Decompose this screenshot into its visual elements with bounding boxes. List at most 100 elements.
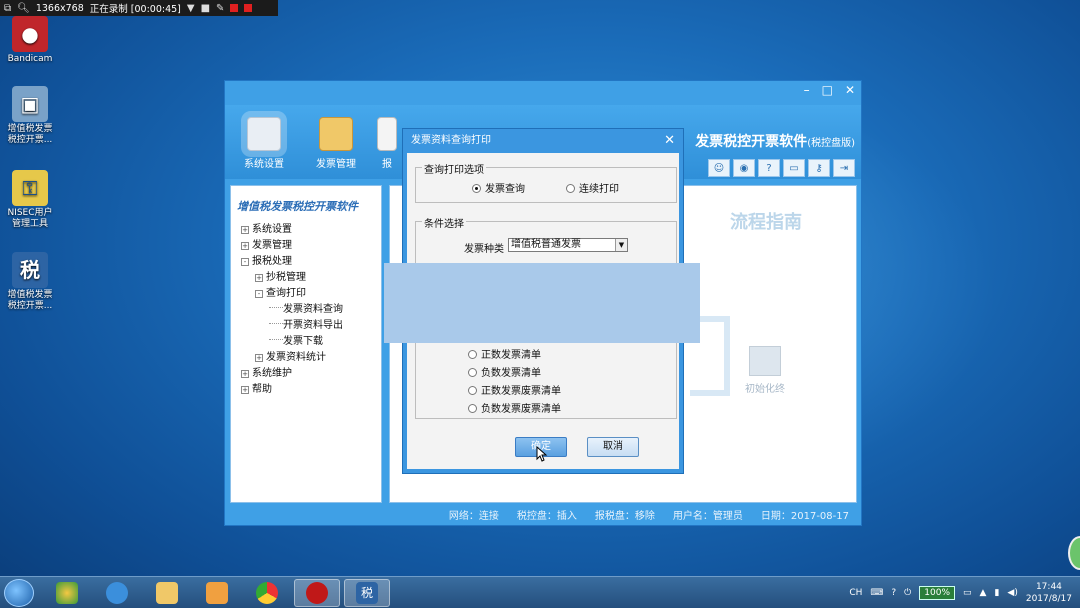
tree-node[interactable]: + 系统设置	[241, 222, 381, 238]
globe-icon[interactable]: ◉	[733, 159, 755, 177]
power-icon[interactable]: ⏻	[904, 588, 911, 598]
chrome-icon	[256, 582, 278, 604]
dropdown-icon[interactable]: ▼	[187, 3, 195, 14]
clock[interactable]: 17:44 2017/8/17	[1026, 581, 1072, 605]
help-icon[interactable]: ?	[758, 159, 780, 177]
toolbar-system-settings[interactable]: 系统设置	[233, 117, 295, 170]
window-icon[interactable]: ⧉	[4, 3, 11, 14]
exit-icon[interactable]: ⇥	[833, 159, 855, 177]
radio-negative-list[interactable]: 负数发票清单	[468, 364, 541, 379]
magnifier-icon[interactable]: 🔍︎	[17, 3, 30, 14]
app-brand: 发票税控开票软件(税控盘版)	[695, 131, 855, 151]
invoice-type-select[interactable]: 增值税普通发票 ▼	[508, 238, 628, 252]
status-bar: 网络：连接 税控盘：插入 报税盘：移除 用户名：管理员 日期：2017-08-1…	[225, 503, 861, 525]
language-indicator[interactable]: CH	[849, 588, 862, 598]
desktop-icon-nisec[interactable]: ⚿ NISEC用户 管理工具	[0, 170, 60, 230]
expand-icon[interactable]: +	[241, 242, 249, 250]
status-date: 日期：2017-08-17	[760, 510, 849, 522]
radio-label: 发票查询	[485, 184, 525, 195]
taskbar-tax-app[interactable]: 税	[344, 579, 390, 607]
tree-node-label: 抄税管理	[266, 272, 306, 283]
user-icon[interactable]: ☺	[708, 159, 730, 177]
flow-node-init[interactable]: 初始化终	[745, 346, 785, 395]
pencil-icon[interactable]: ✎	[216, 3, 224, 14]
radio-negative-void-list[interactable]: 负数发票废票清单	[468, 400, 561, 415]
toolbar-report[interactable]: 报	[375, 117, 399, 170]
toolbar-label: 系统设置	[244, 159, 284, 170]
key-icon[interactable]: ⚷	[808, 159, 830, 177]
status-tax-disk: 税控盘：插入	[516, 510, 577, 522]
toolbar-invoice-management[interactable]: 发票管理	[305, 117, 367, 170]
tree-node[interactable]: 发票资料查询	[241, 302, 381, 318]
chevron-down-icon: ▼	[615, 239, 627, 251]
redaction-block	[384, 263, 700, 343]
expand-icon[interactable]: +	[241, 386, 249, 394]
panel-title: 增值税发票税控开票软件	[237, 200, 358, 213]
tree-node[interactable]: - 查询打印	[241, 286, 381, 302]
desktop-icon-invoice-software[interactable]: ▣ 增值税发票 税控开票...	[0, 86, 60, 146]
taskbar-bandicam[interactable]	[294, 579, 340, 607]
tree-node[interactable]: + 发票管理	[241, 238, 381, 254]
tree-node-label: 系统维护	[252, 368, 292, 379]
radio-positive-list[interactable]: 正数发票清单	[468, 346, 541, 361]
tree-node-label: 帮助	[252, 384, 272, 395]
stop-icon[interactable]	[244, 4, 253, 12]
taskbar-ie[interactable]	[94, 579, 140, 607]
expand-icon[interactable]: +	[241, 370, 249, 378]
folder-icon	[156, 582, 178, 604]
taskbar-app-1[interactable]	[44, 579, 90, 607]
invoice-software-icon: ▣	[12, 86, 48, 122]
clock-date: 2017/8/17	[1025, 594, 1072, 604]
radio-label: 负数发票废票清单	[481, 404, 561, 415]
collapse-icon[interactable]: -	[255, 290, 263, 298]
help-icon[interactable]: ?	[891, 588, 896, 598]
window-icon[interactable]: ▭	[783, 159, 805, 177]
start-button[interactable]	[4, 579, 34, 607]
taskbar-media[interactable]	[194, 579, 240, 607]
tree-node[interactable]: + 系统维护	[241, 366, 381, 382]
minimize-button[interactable]: –	[804, 83, 810, 97]
brand-name: 发票税控开票软件	[695, 134, 808, 150]
expand-icon[interactable]: +	[241, 226, 249, 234]
taskbar-chrome[interactable]	[244, 579, 290, 607]
system-tray: CH ⌨ ? ⏻ 100% ▭ ▲ ▮ ◀) 17:44 2017/8/17	[849, 577, 1072, 608]
keyboard-icon[interactable]: ⌨	[870, 588, 883, 598]
desktop-icon-bandicam[interactable]: ● Bandicam	[0, 16, 60, 65]
pause-icon[interactable]	[230, 4, 239, 12]
show-hidden-icon[interactable]: ▲	[980, 588, 987, 598]
record-icon	[306, 582, 328, 604]
tree-node[interactable]: + 发票资料统计	[241, 350, 381, 366]
clock-time: 17:44	[1035, 582, 1062, 592]
media-icon	[206, 582, 228, 604]
network-icon[interactable]: ▮	[994, 588, 999, 598]
radio-positive-void-list[interactable]: 正数发票废票清单	[468, 382, 561, 397]
battery-indicator[interactable]: 100%	[919, 586, 956, 600]
dialog-close-button[interactable]: ✕	[664, 129, 675, 153]
tree-node[interactable]: 开票资料导出	[241, 318, 381, 334]
volume-icon[interactable]: ◀)	[1007, 588, 1017, 598]
expand-icon[interactable]: +	[255, 354, 263, 362]
radio-label: 正数发票废票清单	[481, 386, 561, 397]
recorder-toolbar: ⧉ 🔍︎ 1366x768 正在录制 [00:00:45] ▼ ■ ✎	[0, 0, 278, 16]
collapse-icon[interactable]: -	[241, 258, 249, 266]
desktop-gadget[interactable]	[1068, 536, 1080, 570]
report-icon	[377, 117, 397, 151]
close-button[interactable]: ✕	[845, 83, 855, 97]
select-value: 增值税普通发票	[511, 239, 581, 250]
tree-node[interactable]: - 报税处理	[241, 254, 381, 270]
nav-tree: + 系统设置 + 发票管理 - 报税处理 + 抄税管理 - 查询打印 发票资料查询 开票资料导出 发票下…	[231, 214, 381, 398]
maximize-button[interactable]: □	[822, 83, 833, 97]
camera-icon[interactable]: ■	[201, 3, 210, 14]
tree-node[interactable]: + 帮助	[241, 382, 381, 398]
radio-invoice-query[interactable]: 发票查询	[472, 180, 525, 195]
desktop-icon-tax-software[interactable]: 税 增值税发票 税控开票...	[0, 252, 60, 312]
cancel-button[interactable]: 取消	[587, 437, 639, 457]
bandicam-icon: ●	[12, 16, 48, 52]
taskbar: 税 CH ⌨ ? ⏻ 100% ▭ ▲ ▮ ◀) 17:44 2017/8/17	[0, 576, 1080, 608]
tree-node[interactable]: + 抄税管理	[241, 270, 381, 286]
taskbar-explorer[interactable]	[144, 579, 190, 607]
tree-node[interactable]: 发票下载	[241, 334, 381, 350]
expand-icon[interactable]: +	[255, 274, 263, 282]
radio-continuous-print[interactable]: 连续打印	[566, 180, 619, 195]
battery-icon[interactable]: ▭	[963, 588, 972, 598]
